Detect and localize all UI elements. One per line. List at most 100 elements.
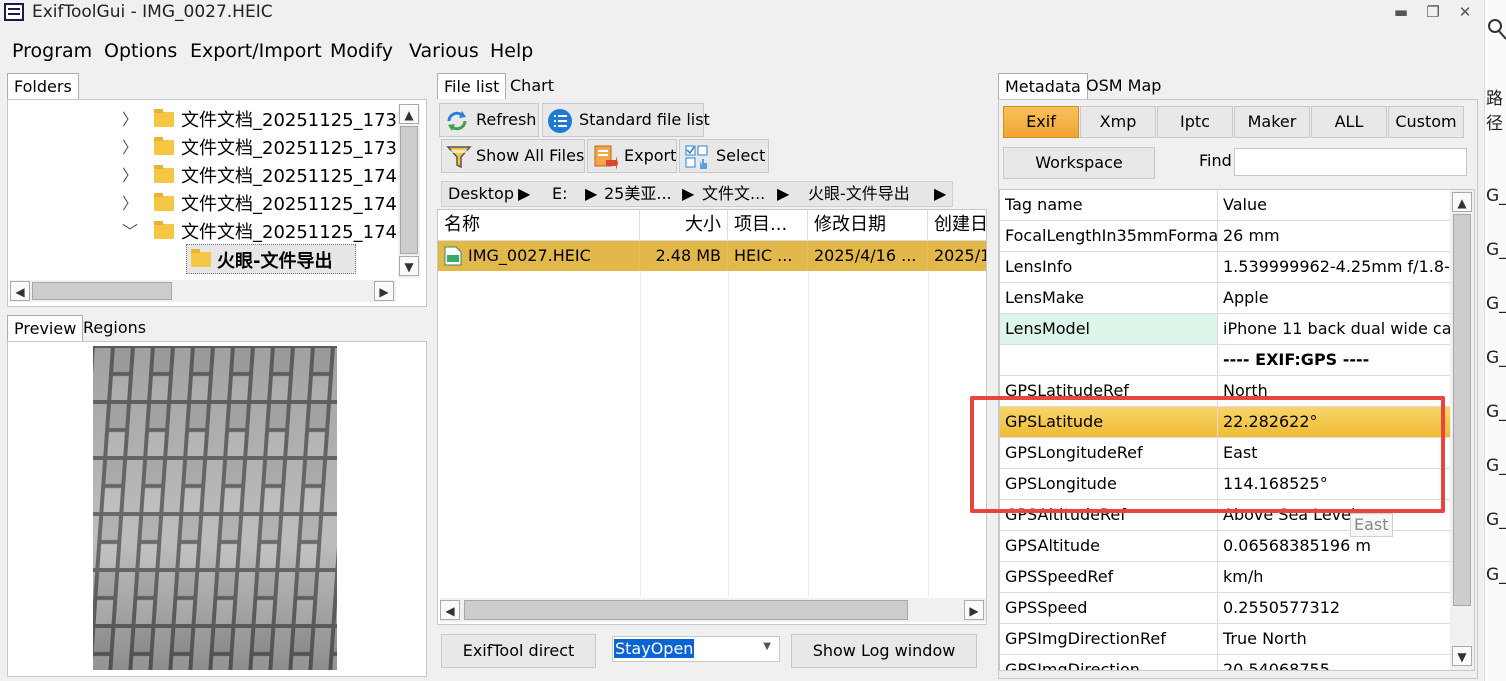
tree-item[interactable]: 〉 文件文档_20251125_17424 <box>8 188 420 216</box>
chevron-right-icon[interactable]: 〉 <box>122 162 138 186</box>
column-header-size[interactable]: 大小 <box>640 210 728 240</box>
chevron-right-icon[interactable]: ▶ <box>777 182 789 206</box>
column-header-name[interactable]: 名称 <box>438 210 640 240</box>
chevron-right-icon[interactable]: ▶ <box>585 182 597 206</box>
menu-modify[interactable]: Modify <box>330 40 393 62</box>
select-button[interactable]: Select <box>679 139 769 173</box>
tab-preview[interactable]: Preview <box>7 315 84 342</box>
tab-regions[interactable]: Regions <box>77 315 152 341</box>
close-button[interactable]: ✕ <box>1450 0 1480 24</box>
tag-name: GPSSpeedRef <box>1000 562 1218 592</box>
chevron-right-icon[interactable]: 〉 <box>122 106 138 130</box>
file-list-header: 名称 大小 项目... 修改日期 创建日 <box>438 210 986 241</box>
tab-chart[interactable]: Chart <box>504 73 560 99</box>
refresh-button[interactable]: Refresh <box>439 103 539 137</box>
scroll-thumb[interactable] <box>1453 214 1471 606</box>
metadata-row[interactable]: LensModel iPhone 11 back dual wide camera <box>1000 314 1450 345</box>
metadata-row[interactable]: LensInfo 1.539999962-4.25mm f/1.8-2.4 <box>1000 252 1450 283</box>
dropdown-arrow-icon[interactable]: ▼ <box>763 641 771 652</box>
tab-metadata[interactable]: Metadata <box>998 73 1088 100</box>
scroll-thumb[interactable] <box>400 126 418 254</box>
column-header-value[interactable]: Value <box>1218 190 1450 220</box>
scroll-thumb[interactable] <box>32 282 172 300</box>
breadcrumb-item[interactable]: 文件文... <box>702 182 765 206</box>
meta-tab-maker[interactable]: Maker <box>1234 106 1310 138</box>
tree-horizontal-scrollbar[interactable]: ◀ ▶ <box>10 280 396 302</box>
minimize-button[interactable]: ▬ <box>1386 0 1416 24</box>
scroll-down-icon[interactable]: ▼ <box>1452 646 1472 666</box>
maximize-button[interactable]: ❐ <box>1418 0 1448 24</box>
export-label: Export <box>624 146 677 165</box>
menu-program[interactable]: Program <box>12 40 92 62</box>
tag-value: 20.54068755 <box>1223 660 1330 671</box>
breadcrumb-item[interactable]: 火眼-文件导出 <box>808 182 910 206</box>
tab-osm-map[interactable]: OSM Map <box>1080 73 1167 99</box>
folder-icon <box>154 193 174 211</box>
chevron-right-icon[interactable]: ▶ <box>518 182 530 206</box>
export-button[interactable]: Export <box>587 139 677 173</box>
folder-icon <box>154 137 174 155</box>
metadata-vertical-scrollbar[interactable]: ▲ ▼ <box>1450 190 1474 670</box>
breadcrumb-item[interactable]: Desktop <box>448 182 514 206</box>
metadata-header: Tag name Value <box>1000 190 1450 221</box>
exiftool-direct-button[interactable]: ExifTool direct <box>441 634 596 668</box>
chevron-right-icon[interactable]: 〉 <box>122 190 138 214</box>
metadata-row[interactable]: GPSSpeed 0.2550577312 <box>1000 593 1450 624</box>
chevron-right-icon[interactable]: ▶ <box>682 182 694 206</box>
breadcrumb-item[interactable]: 25美亚... <box>604 182 672 206</box>
scroll-right-icon[interactable]: ▶ <box>964 600 984 620</box>
menu-various[interactable]: Various <box>409 40 479 62</box>
meta-tab-xmp[interactable]: Xmp <box>1080 106 1156 138</box>
show-all-files-button[interactable]: Show All Files <box>441 139 585 173</box>
chevron-right-icon[interactable]: 〉 <box>122 134 138 158</box>
stayopen-select[interactable]: StayOpen ▼ <box>612 636 780 662</box>
tree-item[interactable]: 〉 文件文档_20251125_17342 <box>8 132 420 160</box>
menu-help[interactable]: Help <box>490 40 533 62</box>
preview-panel <box>7 341 427 677</box>
metadata-row[interactable]: LensMake Apple <box>1000 283 1450 314</box>
workspace-button[interactable]: Workspace <box>1003 147 1155 179</box>
scroll-left-icon[interactable]: ◀ <box>440 600 460 620</box>
menu-options[interactable]: Options <box>104 40 177 62</box>
metadata-row[interactable]: GPSSpeedRef km/h <box>1000 562 1450 593</box>
tree-vertical-scrollbar[interactable]: ▲ ▼ <box>398 104 420 278</box>
column-header-created[interactable]: 创建日 <box>928 210 986 240</box>
tree-item-selected[interactable]: 火眼-文件导出 <box>186 244 356 274</box>
show-log-window-button[interactable]: Show Log window <box>791 634 977 668</box>
chevron-right-icon[interactable]: ▶ <box>934 182 946 206</box>
scroll-left-icon[interactable]: ◀ <box>10 281 30 301</box>
column-header-type[interactable]: 项目... <box>728 210 808 240</box>
file-size-cell: 2.48 MB <box>640 241 728 271</box>
tab-folders[interactable]: Folders <box>7 73 79 100</box>
metadata-row[interactable]: GPSImgDirectionRef True North <box>1000 624 1450 655</box>
tree-item[interactable]: 〉 文件文档_20251125_17315 <box>8 104 420 132</box>
file-list-horizontal-scrollbar[interactable]: ◀ ▶ <box>440 598 986 622</box>
meta-tab-iptc[interactable]: Iptc <box>1157 106 1233 138</box>
standard-file-list-button[interactable]: Standard file list <box>542 103 710 137</box>
scroll-up-icon[interactable]: ▲ <box>399 104 419 124</box>
metadata-row[interactable]: GPSImgDirection 20.54068755 <box>1000 655 1450 671</box>
scroll-down-icon[interactable]: ▼ <box>399 256 419 276</box>
meta-tab-custom[interactable]: Custom <box>1388 106 1464 138</box>
column-header-tag[interactable]: Tag name <box>1000 190 1218 220</box>
refresh-label: Refresh <box>476 110 537 129</box>
column-header-modified[interactable]: 修改日期 <box>808 210 928 240</box>
metadata-row[interactable]: FocalLengthIn35mmFormat 26 mm <box>1000 221 1450 252</box>
tag-name: GPSImgDirectionRef <box>1000 624 1218 654</box>
scroll-up-icon[interactable]: ▲ <box>1452 192 1472 212</box>
scroll-thumb[interactable] <box>464 600 908 620</box>
tab-file-list[interactable]: File list <box>437 73 507 100</box>
tree-item[interactable]: ﹀ 文件文档_20251125_17492 <box>8 216 420 244</box>
chevron-down-icon[interactable]: ﹀ <box>122 218 138 242</box>
tag-name: FocalLengthIn35mmFormat <box>1000 221 1218 251</box>
meta-tab-all[interactable]: ALL <box>1311 106 1387 138</box>
scroll-right-icon[interactable]: ▶ <box>374 281 394 301</box>
breadcrumb-item[interactable]: E: <box>552 182 568 206</box>
find-input[interactable] <box>1234 148 1467 176</box>
strip-text: G_ <box>1486 186 1506 206</box>
table-row[interactable]: IMG_0027.HEIC 2.48 MB HEIC ... 2025/4/16… <box>438 241 986 271</box>
meta-tab-exif[interactable]: Exif <box>1003 106 1079 138</box>
refresh-icon <box>447 111 467 131</box>
tree-item[interactable]: 〉 文件文档_20251125_17423 <box>8 160 420 188</box>
menu-export-import[interactable]: Export/Import <box>190 40 322 62</box>
